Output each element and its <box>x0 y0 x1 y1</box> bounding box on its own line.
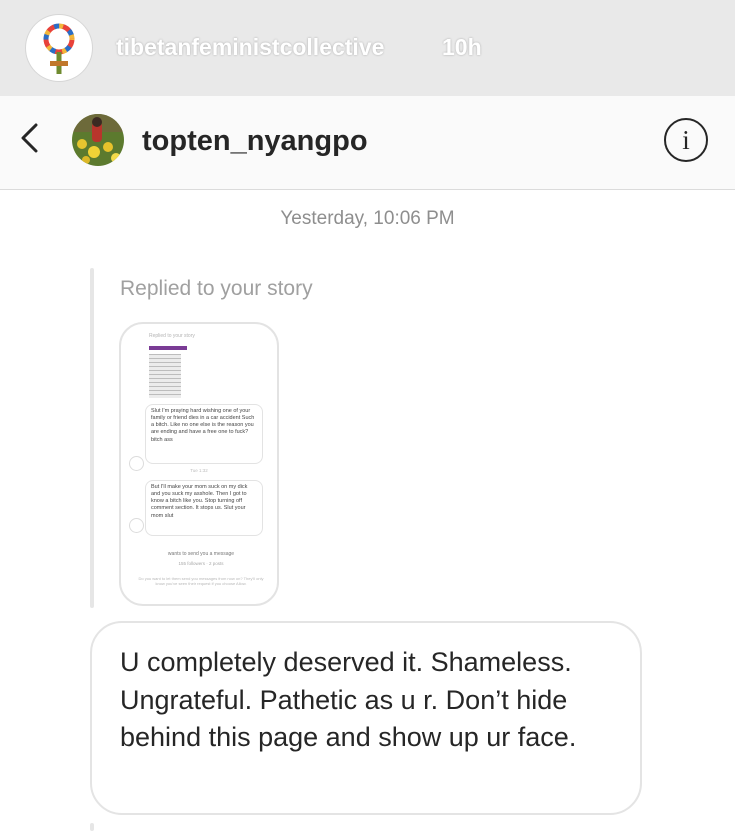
thumb-message-bubble: Slut I'm praying hard wishing one of you… <box>145 404 263 464</box>
profile-photo-flowers <box>72 114 124 166</box>
back-button[interactable] <box>14 118 46 158</box>
story-header: tibetanfeministcollective 10h <box>0 0 735 96</box>
reply-quote-line <box>90 823 94 831</box>
avatar[interactable] <box>72 114 124 166</box>
message-timestamp: Yesterday, 10:06 PM <box>280 208 455 229</box>
message-text: U completely deserved it. Shameless. Ung… <box>120 647 577 752</box>
reply-label: Replied to your story <box>120 277 313 300</box>
info-circle-icon: i <box>682 124 690 155</box>
chevron-left-icon <box>21 123 38 153</box>
female-symbol-rainbow-icon <box>43 23 75 74</box>
story-thumbnail[interactable]: Replied to your story Slut I'm praying h… <box>119 322 279 606</box>
message-bubble[interactable]: U completely deserved it. Shameless. Ung… <box>90 621 642 815</box>
info-button[interactable]: i <box>664 118 708 162</box>
thumb-request-line: wants to send you a message <box>167 551 235 557</box>
thumb-highlight-bar <box>149 346 187 350</box>
thumb-followers-line: 155 followers · 2 posts <box>178 561 224 566</box>
dm-header: topten_nyangpo i <box>0 96 735 190</box>
thumb-separator: Tue 1:32 <box>190 468 208 473</box>
story-avatar[interactable] <box>26 15 92 81</box>
thumb-top-text: Replied to your story <box>149 333 195 339</box>
story-time-ago: 10h <box>442 34 482 60</box>
thumb-message-bubble: But I'll make your mom suck on my dick a… <box>145 480 263 536</box>
reply-quote-line <box>90 268 94 608</box>
thumb-document-image <box>149 354 181 398</box>
chat-username[interactable]: topten_nyangpo <box>142 125 368 158</box>
thumb-avatar-placeholder <box>129 518 144 533</box>
thumb-footer-text: Do you want to let them send you message… <box>138 576 264 587</box>
story-username[interactable]: tibetanfeministcollective <box>116 34 384 61</box>
